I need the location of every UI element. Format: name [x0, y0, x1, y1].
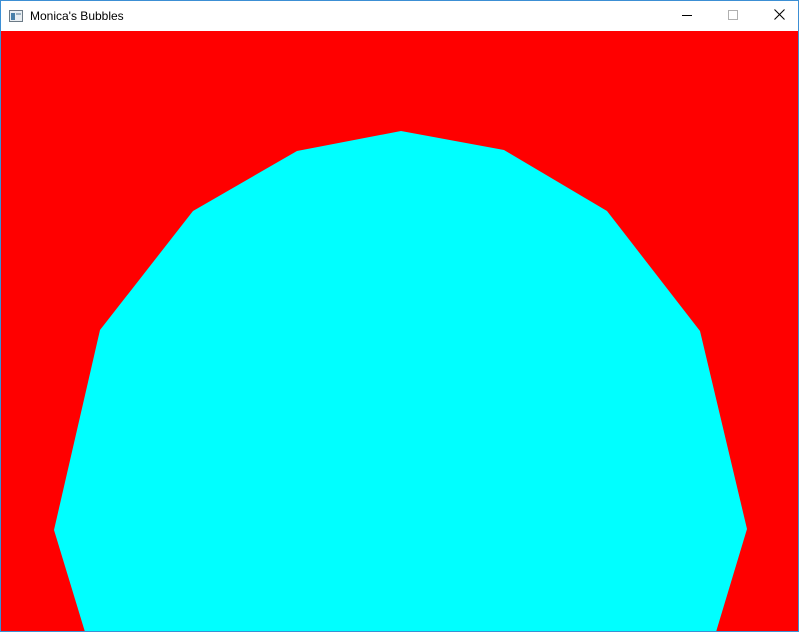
render-canvas[interactable]	[1, 31, 798, 631]
maximize-button[interactable]	[710, 1, 756, 31]
close-button[interactable]	[756, 1, 798, 31]
title-bar[interactable]: Monica's Bubbles	[1, 1, 798, 31]
close-icon	[773, 7, 785, 25]
app-window-icon	[9, 9, 23, 22]
app-window: Monica's Bubbles	[0, 0, 799, 632]
minimize-icon	[682, 7, 692, 25]
maximize-icon	[728, 7, 738, 25]
minimize-button[interactable]	[664, 1, 710, 31]
window-title: Monica's Bubbles	[30, 9, 124, 23]
